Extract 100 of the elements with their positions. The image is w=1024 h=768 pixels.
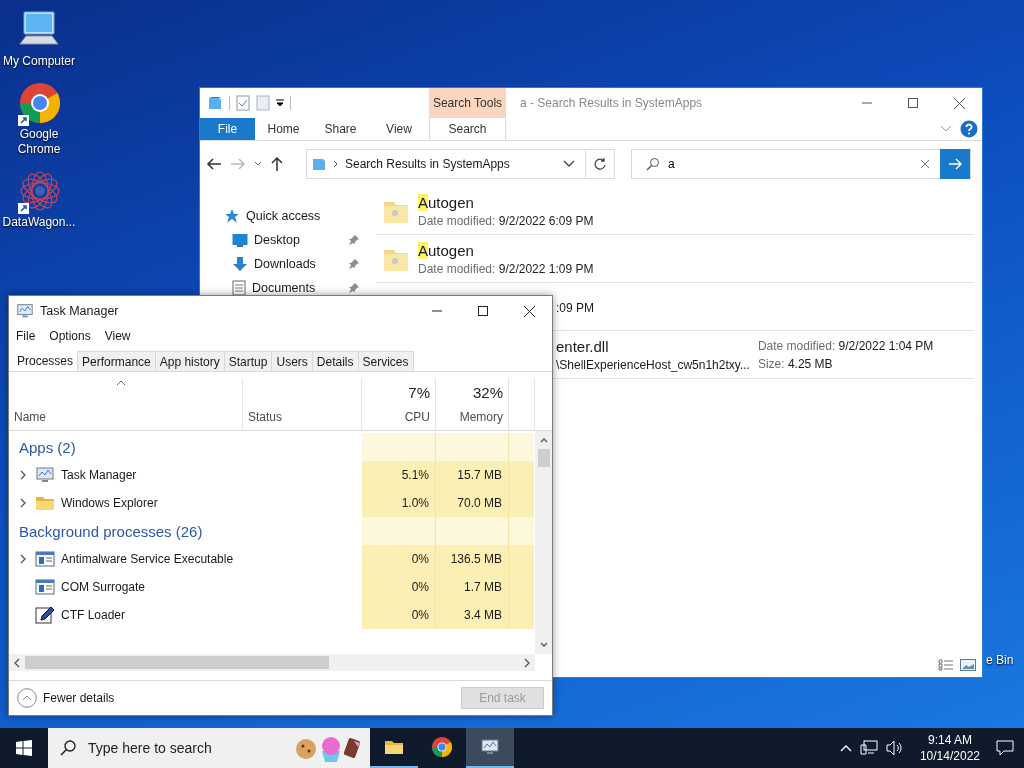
process-name[interactable]: COM Surrogate <box>61 580 146 594</box>
back-arrow-icon[interactable] <box>206 157 222 171</box>
chevron-left-icon[interactable] <box>13 657 21 668</box>
file-name[interactable]: enter.dll <box>556 337 609 355</box>
menu-item[interactable]: File <box>16 329 36 343</box>
file-name[interactable]: Autogen <box>418 241 474 259</box>
menu-item[interactable]: View <box>104 329 131 343</box>
pin-icon[interactable] <box>348 282 360 294</box>
column-header[interactable]: Memory <box>459 410 503 424</box>
maximize-icon <box>908 98 918 108</box>
chevron-up-icon[interactable] <box>839 744 852 752</box>
table-cell <box>509 461 534 489</box>
ribbon-tab[interactable]: Search <box>429 118 506 140</box>
date-modified-text: Date modified: 9/2/2022 1:04 PM <box>757 338 934 353</box>
minimize-icon <box>862 102 872 104</box>
chevron-down-icon[interactable] <box>563 160 575 168</box>
refresh-icon <box>593 157 607 171</box>
process-name[interactable]: Antimalware Service Executable <box>61 552 234 566</box>
cpu-total-text: 7% <box>408 384 430 401</box>
folder-icon[interactable] <box>207 95 223 111</box>
pen-icon <box>35 605 55 625</box>
chevron-down-icon[interactable] <box>254 161 262 167</box>
chevron-right-icon <box>333 160 339 168</box>
close-icon[interactable] <box>920 159 930 169</box>
cpu-cell: 5.1% <box>362 461 436 489</box>
pin-icon[interactable] <box>348 234 360 246</box>
search-go-button[interactable] <box>940 149 970 179</box>
speaker-icon[interactable] <box>885 740 904 756</box>
tab[interactable]: Services <box>357 351 414 371</box>
table-cell <box>509 545 534 573</box>
memory-cell: 3.4 MB <box>436 601 509 629</box>
network-icon[interactable] <box>859 740 878 756</box>
table-cell <box>509 517 534 545</box>
chevron-right-icon[interactable] <box>19 470 27 480</box>
monitor-icon <box>480 737 500 757</box>
refresh-button[interactable] <box>586 149 615 179</box>
scrollbar-thumb[interactable] <box>537 449 550 467</box>
properties-icon[interactable] <box>236 95 250 111</box>
nav-item[interactable]: Desktop <box>254 233 342 247</box>
nav-item[interactable]: Downloads <box>254 257 342 271</box>
chevron-right-icon[interactable] <box>19 554 27 564</box>
taskbar-search-field[interactable]: Type here to search <box>86 739 284 757</box>
process-name[interactable]: Task Manager <box>61 468 137 482</box>
tab[interactable]: Users <box>271 351 313 371</box>
desktop-icon-label[interactable]: e Bin <box>986 653 1014 667</box>
caret-icon[interactable] <box>276 99 284 107</box>
minimize-icon <box>432 310 442 312</box>
tab[interactable]: App history <box>154 351 225 371</box>
chevron-right-icon[interactable] <box>523 657 531 668</box>
menu-item[interactable]: Options <box>49 329 91 343</box>
close-icon <box>523 305 535 317</box>
process-name[interactable]: CTF Loader <box>61 608 126 622</box>
ribbon-tab[interactable]: Home <box>255 118 312 140</box>
address-bar[interactable]: Search Results in SystemApps <box>306 149 586 179</box>
ribbon-tab[interactable]: Share <box>312 118 369 140</box>
star-icon <box>224 208 240 224</box>
search-icon <box>646 157 660 171</box>
tab[interactable]: Startup <box>223 351 273 371</box>
desktop-icon-label[interactable]: DataWagon... <box>2 215 76 230</box>
taskbar-app-button[interactable] <box>466 728 514 768</box>
column-header[interactable]: Name <box>14 410 237 424</box>
nav-item[interactable]: Documents <box>252 281 342 295</box>
cpu-cell: 0% <box>362 545 436 573</box>
search-field[interactable]: a <box>660 156 920 172</box>
vertical-scrollbar[interactable] <box>535 431 552 654</box>
horizontal-scrollbar[interactable] <box>9 654 535 671</box>
taskbar-search-bar[interactable]: Type here to search <box>48 728 370 768</box>
memory-cell: 136.5 MB <box>436 545 509 573</box>
file-menu-button[interactable]: File <box>200 118 255 140</box>
monitor-icon <box>16 302 34 320</box>
clock-date[interactable]: 10/14/2022 <box>919 748 980 764</box>
chevron-right-icon[interactable] <box>19 498 27 508</box>
folder-icon <box>311 156 327 172</box>
large-icons-view-icon[interactable] <box>960 659 976 671</box>
details-view-icon[interactable] <box>938 659 954 671</box>
notification-icon[interactable] <box>996 740 1014 756</box>
windows-logo-icon <box>16 740 32 756</box>
pin-icon[interactable] <box>348 258 360 270</box>
column-header[interactable]: CPU <box>404 410 430 424</box>
file-name[interactable]: Autogen <box>418 193 474 211</box>
column-header[interactable]: Status <box>248 410 356 424</box>
ribbon-tab[interactable]: View <box>369 118 429 140</box>
tab[interactable]: Performance <box>77 351 156 371</box>
search-icon <box>60 740 76 756</box>
sort-caret-icon[interactable] <box>116 380 126 386</box>
maximize-icon <box>478 306 488 316</box>
memory-cell: 1.7 MB <box>436 573 509 601</box>
tab[interactable]: Details <box>311 351 359 371</box>
help-icon[interactable] <box>960 120 978 138</box>
search-bar[interactable]: a <box>631 149 971 179</box>
date-modified-text: Date modified: 9/2/2022 6:09 PM <box>418 213 594 228</box>
nav-item[interactable]: Quick access <box>246 209 342 223</box>
clock-time[interactable]: 9:14 AM <box>927 732 972 748</box>
up-arrow-icon[interactable] <box>270 156 284 172</box>
fewer-details-button[interactable]: Fewer details <box>17 688 115 708</box>
desktop-icon-label[interactable]: My Computer <box>3 54 75 69</box>
process-name[interactable]: Windows Explorer <box>61 496 158 510</box>
scrollbar-thumb[interactable] <box>25 656 329 669</box>
mandala-icon <box>16 169 62 215</box>
desktop-icon-label[interactable]: Google Chrome <box>1 127 77 157</box>
